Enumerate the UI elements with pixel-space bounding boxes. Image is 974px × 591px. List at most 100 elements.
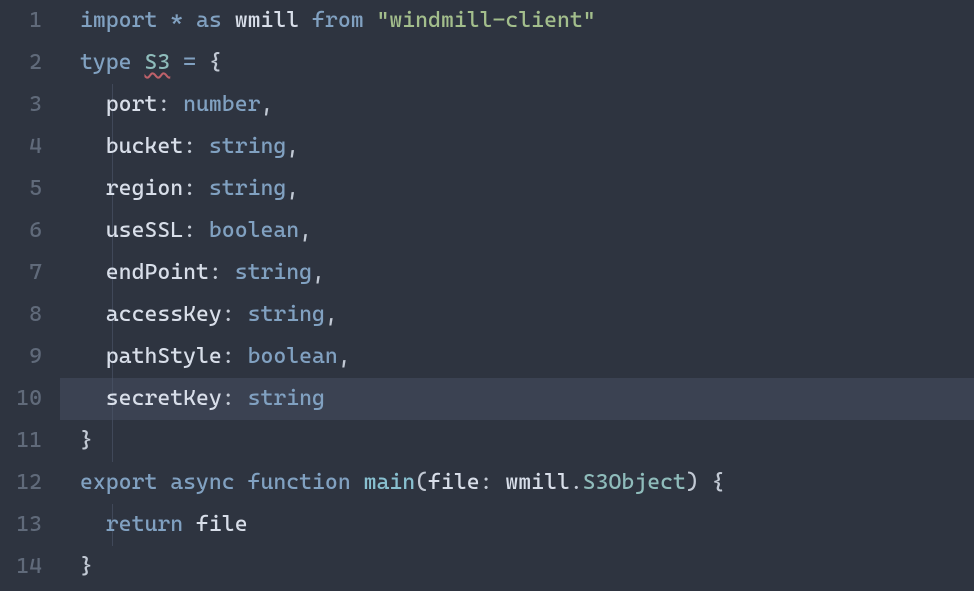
- token-typekw: string: [235, 260, 312, 285]
- code-line[interactable]: import * as wmill from "windmill-client": [80, 0, 974, 42]
- token-punct: :: [183, 218, 196, 243]
- code-line[interactable]: bucket: string,: [80, 126, 974, 168]
- line-number: 8: [0, 294, 42, 336]
- whitespace: [699, 470, 712, 495]
- line-number: 1: [0, 0, 42, 42]
- token-str: "windmill-client": [376, 8, 595, 33]
- token-punct: :: [157, 92, 170, 117]
- line-number-gutter: 1234567891011121314: [0, 0, 60, 591]
- code-line[interactable]: pathStyle: boolean,: [80, 336, 974, 378]
- whitespace: [493, 470, 506, 495]
- token-punct: (: [415, 470, 428, 495]
- token-punct: .: [570, 470, 583, 495]
- code-editor[interactable]: 1234567891011121314 import * as wmill fr…: [0, 0, 974, 591]
- whitespace: [80, 176, 106, 201]
- token-kw: import: [80, 8, 157, 33]
- line-number: 10: [0, 378, 42, 420]
- code-line[interactable]: secretKey: string: [80, 378, 974, 420]
- whitespace: [235, 470, 248, 495]
- whitespace: [80, 218, 106, 243]
- whitespace: [235, 386, 248, 411]
- token-punct: :: [480, 470, 493, 495]
- token-punct: :: [209, 260, 222, 285]
- token-op: =: [183, 50, 196, 75]
- line-number: 5: [0, 168, 42, 210]
- whitespace: [196, 50, 209, 75]
- whitespace: [196, 134, 209, 159]
- token-kw: type: [80, 50, 132, 75]
- token-fn: main: [364, 470, 416, 495]
- token-typekw: boolean: [248, 344, 338, 369]
- whitespace: [170, 92, 183, 117]
- token-punct: }: [80, 428, 93, 453]
- token-prop: region: [106, 176, 183, 201]
- token-kw: return: [106, 512, 183, 537]
- token-punct: :: [222, 302, 235, 327]
- line-number: 2: [0, 42, 42, 84]
- line-number: 14: [0, 546, 42, 588]
- line-number: 9: [0, 336, 42, 378]
- whitespace: [222, 260, 235, 285]
- code-line[interactable]: endPoint: string,: [80, 252, 974, 294]
- code-line[interactable]: }: [80, 546, 974, 588]
- code-line[interactable]: accessKey: string,: [80, 294, 974, 336]
- token-punct: {: [712, 470, 725, 495]
- token-prop: endPoint: [106, 260, 209, 285]
- code-area[interactable]: import * as wmill from "windmill-client"…: [60, 0, 974, 591]
- whitespace: [299, 8, 312, 33]
- token-punct: ,: [312, 260, 325, 285]
- whitespace: [183, 8, 196, 33]
- token-punct: {: [209, 50, 222, 75]
- whitespace: [80, 134, 106, 159]
- whitespace: [364, 8, 377, 33]
- whitespace: [80, 302, 106, 327]
- code-line[interactable]: region: string,: [80, 168, 974, 210]
- whitespace: [80, 344, 106, 369]
- line-number: 4: [0, 126, 42, 168]
- whitespace: [80, 512, 106, 537]
- token-typekw: string: [248, 386, 325, 411]
- line-number: 7: [0, 252, 42, 294]
- token-typekw: boolean: [209, 218, 299, 243]
- token-punct: :: [183, 176, 196, 201]
- code-line[interactable]: useSSL: boolean,: [80, 210, 974, 252]
- token-punct: ,: [286, 176, 299, 201]
- line-number: 11: [0, 420, 42, 462]
- token-punct: }: [80, 554, 93, 579]
- whitespace: [80, 260, 106, 285]
- whitespace: [183, 512, 196, 537]
- token-punct: ,: [260, 92, 273, 117]
- code-line[interactable]: }: [80, 420, 974, 462]
- token-prop: accessKey: [106, 302, 222, 327]
- token-type_err: S3: [144, 50, 170, 75]
- code-line[interactable]: type S3 = {: [80, 42, 974, 84]
- token-op: *: [170, 8, 183, 33]
- whitespace: [222, 8, 235, 33]
- whitespace: [196, 218, 209, 243]
- token-punct: :: [183, 134, 196, 159]
- token-punct: ,: [325, 302, 338, 327]
- token-kw: async: [170, 470, 234, 495]
- token-type: S3Object: [583, 470, 686, 495]
- token-prop: bucket: [106, 134, 183, 159]
- token-ident: wmill: [505, 470, 569, 495]
- line-number: 12: [0, 462, 42, 504]
- token-ident: file: [428, 470, 480, 495]
- whitespace: [157, 8, 170, 33]
- line-number: 6: [0, 210, 42, 252]
- token-kw: as: [196, 8, 222, 33]
- token-prop: pathStyle: [106, 344, 222, 369]
- token-punct: ,: [338, 344, 351, 369]
- whitespace: [170, 50, 183, 75]
- code-line[interactable]: port: number,: [80, 84, 974, 126]
- token-typekw: string: [248, 302, 325, 327]
- token-typekw: number: [183, 92, 260, 117]
- whitespace: [132, 50, 145, 75]
- token-punct: ,: [299, 218, 312, 243]
- code-line[interactable]: export async function main(file: wmill.S…: [80, 462, 974, 504]
- whitespace: [235, 302, 248, 327]
- line-number: 13: [0, 504, 42, 546]
- token-punct: :: [222, 386, 235, 411]
- code-line[interactable]: return file: [80, 504, 974, 546]
- whitespace: [80, 386, 106, 411]
